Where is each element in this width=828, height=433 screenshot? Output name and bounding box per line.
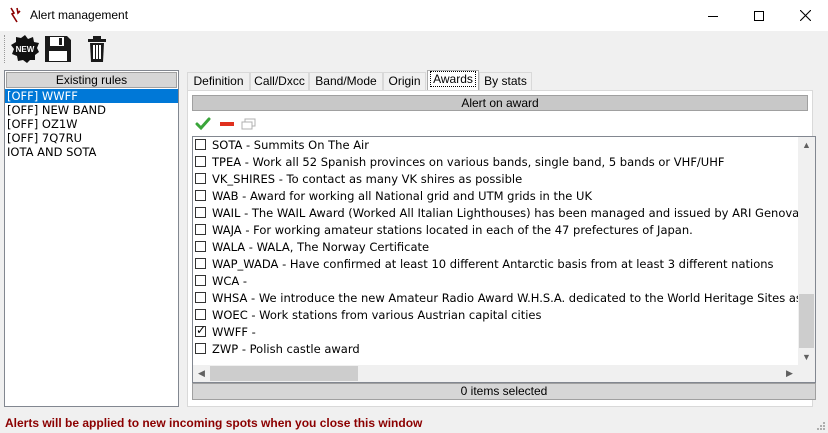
award-row[interactable]: WAB - Award for working all National gri… — [194, 188, 799, 205]
selection-status: 0 items selected — [192, 383, 816, 400]
tab-band-mode[interactable]: Band/Mode — [309, 72, 383, 91]
minimize-icon — [708, 15, 718, 17]
save-button[interactable] — [43, 34, 73, 64]
tab-label: By stats — [484, 74, 527, 88]
uncheck-all-button[interactable] — [219, 116, 235, 132]
scroll-up-icon[interactable]: ▲ — [798, 137, 815, 154]
award-label: VK_SHIRES - To contact as many VK shires… — [212, 172, 523, 186]
tab-by-stats[interactable]: By stats — [479, 72, 532, 91]
award-label: WAJA - For working amateur stations loca… — [212, 223, 693, 237]
antenna-icon — [10, 7, 21, 23]
checkbox[interactable] — [195, 241, 206, 252]
windows-button[interactable] — [241, 116, 257, 132]
window-title: Alert management — [30, 8, 129, 22]
award-label: WALA - WALA, The Norway Certificate — [212, 240, 430, 254]
toolbar: NEW — [0, 31, 828, 67]
award-row[interactable]: WHSA - We introduce the new Amateur Radi… — [194, 290, 799, 307]
tab-origin[interactable]: Origin — [383, 72, 426, 91]
checkbox-checked[interactable]: ✓ — [195, 324, 207, 337]
checkbox[interactable] — [195, 207, 206, 218]
award-row[interactable]: TPEA - Work all 52 Spanish provinces on … — [194, 154, 799, 171]
award-label: WWFF - — [212, 325, 256, 339]
rules-header: Existing rules — [6, 72, 177, 88]
check-all-button[interactable] — [195, 116, 211, 132]
awards-list[interactable]: SOTA - Summits On The Air TPEA - Work all… — [192, 136, 816, 383]
checkbox[interactable] — [195, 139, 206, 150]
close-button[interactable] — [782, 0, 828, 31]
checkbox[interactable] — [195, 224, 206, 235]
scroll-right-icon[interactable]: ▶ — [781, 365, 798, 382]
checkbox[interactable] — [195, 343, 206, 354]
windows-icon — [241, 118, 256, 130]
award-row[interactable]: WAP_WADA - Have confirmed at least 10 di… — [194, 256, 799, 273]
minimize-button[interactable] — [690, 0, 736, 31]
horizontal-scrollbar[interactable]: ◀ ▶ — [193, 365, 815, 382]
award-label: WOEC - Work stations from various Austri… — [212, 308, 542, 322]
checkbox[interactable] — [195, 309, 206, 320]
maximize-icon — [754, 10, 764, 21]
maximize-button[interactable] — [736, 0, 782, 31]
svg-text:NEW: NEW — [16, 45, 35, 54]
red-minus-icon — [220, 122, 234, 126]
rule-item[interactable]: [OFF] OZ1W — [5, 117, 178, 131]
title-bar: Alert management — [0, 0, 828, 31]
delete-button[interactable] — [82, 34, 112, 64]
award-label: WAP_WADA - Have confirmed at least 10 di… — [212, 257, 774, 271]
tab-definition[interactable]: Definition — [187, 72, 250, 91]
award-label: WAB - Award for working all National gri… — [212, 189, 592, 203]
trash-icon — [88, 36, 106, 62]
award-row[interactable]: WAIL - The WAIL Award (Worked All Italia… — [194, 205, 799, 222]
tab-label: Origin — [388, 74, 421, 88]
resize-grip-icon[interactable] — [816, 421, 826, 431]
award-label: ZWP - Polish castle award — [212, 342, 360, 356]
checkbox[interactable] — [195, 258, 206, 269]
checkmark-icon: ✓ — [196, 324, 207, 337]
award-row[interactable]: ZWP - Polish castle award — [194, 341, 799, 358]
vertical-scrollbar[interactable]: ▲ ▼ — [798, 137, 815, 366]
rule-item[interactable]: [OFF] 7Q7RU — [5, 131, 178, 145]
scroll-left-icon[interactable]: ◀ — [193, 365, 210, 382]
award-label: TPEA - Work all 52 Spanish provinces on … — [212, 155, 725, 169]
award-row[interactable]: VK_SHIRES - To contact as many VK shires… — [194, 171, 799, 188]
new-badge-icon: NEW — [11, 35, 39, 63]
award-label: WHSA - We introduce the new Amateur Radi… — [212, 291, 799, 305]
tab-label: Call/Dxcc — [254, 74, 305, 88]
award-row[interactable]: WOEC - Work stations from various Austri… — [194, 307, 799, 324]
tab-call-dxcc[interactable]: Call/Dxcc — [250, 72, 309, 91]
footer-message: Alerts will be applied to new incoming s… — [5, 416, 423, 430]
close-icon — [799, 10, 811, 21]
award-row[interactable]: SOTA - Summits On The Air — [194, 137, 799, 154]
award-row[interactable]: ✓ WWFF - — [194, 324, 799, 341]
horizontal-scroll-thumb[interactable] — [210, 366, 358, 381]
new-rule-button[interactable]: NEW — [10, 34, 40, 64]
checkbox[interactable] — [195, 292, 206, 303]
checkbox[interactable] — [195, 173, 206, 184]
green-check-icon — [195, 117, 211, 131]
tab-label: Awards — [430, 71, 476, 87]
floppy-disk-icon — [45, 36, 71, 62]
scroll-down-icon[interactable]: ▼ — [798, 349, 815, 366]
rule-item[interactable]: IOTA AND SOTA — [5, 145, 178, 159]
tab-label: Band/Mode — [315, 74, 377, 88]
award-label: WCA - — [212, 274, 248, 288]
checkbox[interactable] — [195, 275, 206, 286]
vertical-scroll-thumb[interactable] — [799, 294, 814, 348]
award-row[interactable]: WAJA - For working amateur stations loca… — [194, 222, 799, 239]
award-label: WAIL - The WAIL Award (Worked All Italia… — [212, 206, 799, 220]
rules-list[interactable]: Existing rules [OFF] WWFF [OFF] NEW BAND[… — [4, 70, 179, 407]
tab-label: Definition — [193, 74, 244, 88]
toolbar-grip — [4, 35, 7, 63]
checkbox[interactable] — [195, 156, 206, 167]
rule-item[interactable]: [OFF] NEW BAND — [5, 103, 178, 117]
tab-awards[interactable]: Awards — [427, 70, 479, 91]
award-label: SOTA - Summits On The Air — [212, 138, 369, 152]
rule-item[interactable]: [OFF] WWFF — [5, 89, 178, 103]
checkbox[interactable] — [195, 190, 206, 201]
rules-items: [OFF] WWFF [OFF] NEW BAND [OFF] OZ1W [OFF] … — [5, 89, 178, 159]
award-row[interactable]: WCA - — [194, 273, 799, 290]
alert-on-award-header: Alert on award — [192, 95, 808, 111]
award-row[interactable]: WALA - WALA, The Norway Certificate — [194, 239, 799, 256]
